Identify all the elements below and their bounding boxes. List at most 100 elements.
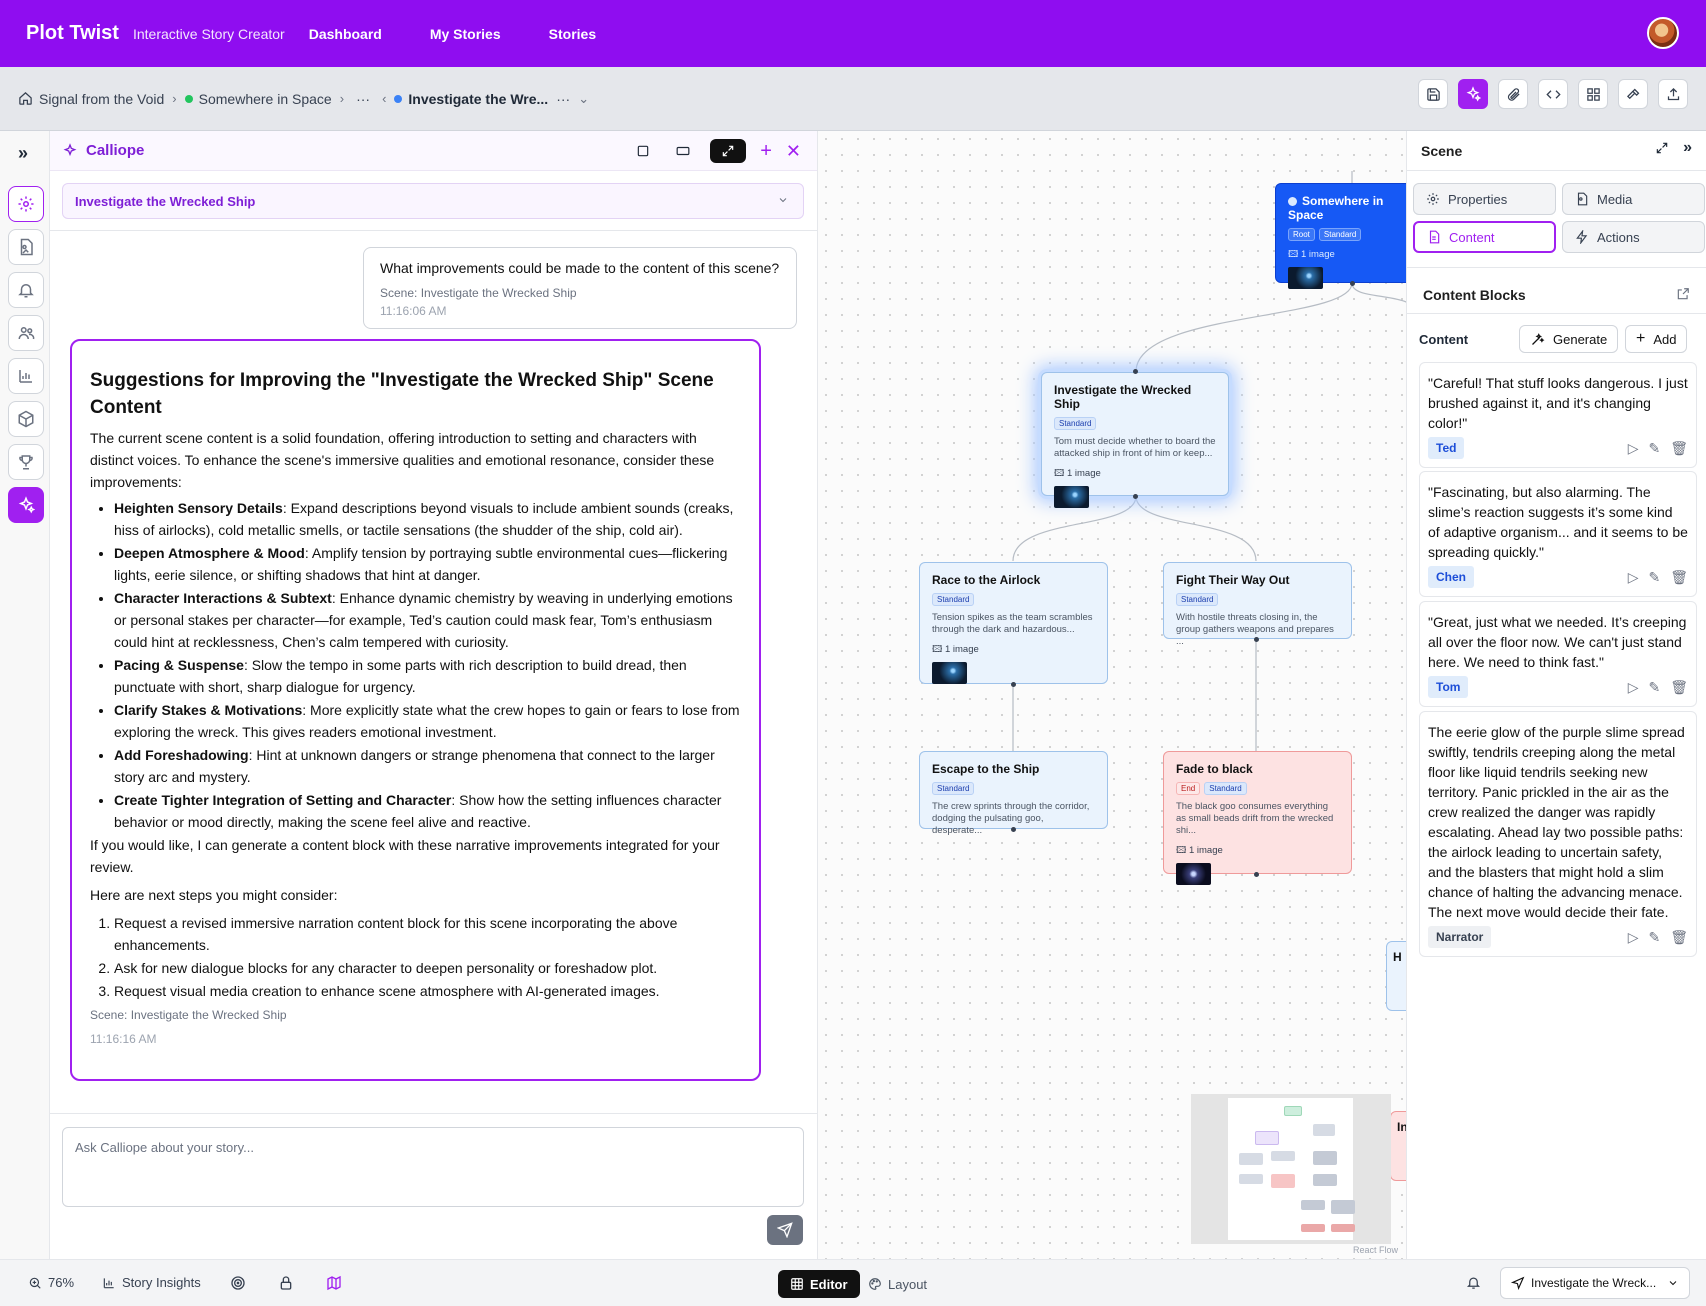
- tab-properties[interactable]: Properties: [1413, 183, 1556, 215]
- send-button[interactable]: [767, 1215, 803, 1245]
- map-icon[interactable]: [326, 1275, 342, 1291]
- scene-context-select[interactable]: Investigate the Wrecked Ship: [62, 183, 804, 219]
- maximize-button[interactable]: [710, 139, 747, 163]
- analytics-rail-button[interactable]: [8, 358, 44, 394]
- breadcrumb-root-scene[interactable]: Somewhere in Space: [199, 91, 332, 107]
- flow-node-root[interactable]: Somewhere in Space Root Standard 🖾 1 imag…: [1275, 183, 1406, 289]
- minimap[interactable]: [1191, 1094, 1391, 1244]
- bell-icon[interactable]: [1466, 1275, 1481, 1290]
- breadcrumb-ellipsis[interactable]: ···: [356, 91, 370, 107]
- collapse-panel-icon[interactable]: »: [1683, 140, 1692, 156]
- items-rail-button[interactable]: [8, 401, 44, 437]
- tab-media[interactable]: Media: [1562, 183, 1705, 215]
- content-block[interactable]: "Fascinating, but also alarming. The sli…: [1419, 471, 1697, 597]
- home-icon[interactable]: [18, 91, 33, 106]
- edit-icon[interactable]: ✎: [1648, 677, 1660, 697]
- calliope-rail-button[interactable]: [8, 487, 44, 523]
- code-button[interactable]: [1538, 79, 1568, 109]
- play-icon[interactable]: ▷: [1628, 677, 1639, 697]
- expand-icon[interactable]: [1655, 141, 1669, 155]
- layout-mode-button[interactable]: Layout: [860, 1270, 935, 1298]
- minimap-viewport[interactable]: [1228, 1098, 1353, 1240]
- dock-square-button[interactable]: [630, 139, 656, 163]
- flow-node-escape[interactable]: Escape to the Ship Standard The crew spr…: [919, 751, 1108, 836]
- flow-node-fade[interactable]: Fade to black End Standard The black goo …: [1163, 751, 1352, 885]
- content-blocks-title: Content Blocks: [1423, 287, 1526, 303]
- save-button[interactable]: [1418, 79, 1448, 109]
- dock-wide-button[interactable]: [670, 139, 696, 163]
- list-item: Pacing & Suspense: Slow the tempo in som…: [114, 654, 741, 698]
- bottom-status-bar: 76% Story Insights Editor Layout Investi…: [0, 1259, 1706, 1306]
- content-block[interactable]: The eerie glow of the purple slime sprea…: [1419, 711, 1697, 957]
- target-icon[interactable]: [230, 1275, 246, 1291]
- flow-node-fight[interactable]: Fight Their Way Out Standard With hostil…: [1163, 562, 1352, 647]
- edit-icon[interactable]: ✎: [1648, 927, 1660, 947]
- settings-rail-button[interactable]: [8, 186, 44, 222]
- trash-icon[interactable]: 🗑: [1670, 927, 1688, 947]
- chevron-down-icon[interactable]: ⌄: [578, 91, 589, 107]
- node-handle[interactable]: [1011, 682, 1016, 687]
- flow-node-partial[interactable]: In: [1390, 1111, 1406, 1181]
- new-chat-icon[interactable]: +: [760, 140, 772, 163]
- flow-node-airlock[interactable]: Race to the Airlock Standard Tension spi…: [919, 562, 1108, 684]
- tab-actions[interactable]: Actions: [1562, 221, 1705, 253]
- node-handle[interactable]: [1254, 872, 1259, 877]
- lock-icon[interactable]: [278, 1275, 294, 1291]
- tools-button[interactable]: [1618, 79, 1648, 109]
- achievements-rail-button[interactable]: [8, 444, 44, 480]
- story-flow-canvas[interactable]: Somewhere in Space Root Standard 🖾 1 imag…: [818, 131, 1406, 1259]
- edit-icon[interactable]: ✎: [1648, 438, 1660, 458]
- play-icon[interactable]: ▷: [1628, 567, 1639, 587]
- breadcrumb-more[interactable]: ···: [556, 91, 570, 107]
- media-rail-button[interactable]: [8, 229, 44, 265]
- content-block[interactable]: "Careful! That stuff looks dangerous. I …: [1419, 362, 1697, 468]
- content-block-text: The eerie glow of the purple slime sprea…: [1428, 724, 1685, 920]
- node-handle[interactable]: [1011, 827, 1016, 832]
- chat-input[interactable]: Ask Calliope about your story...: [62, 1127, 804, 1207]
- play-icon[interactable]: ▷: [1628, 927, 1639, 947]
- save-icon: [1426, 87, 1440, 101]
- export-button[interactable]: [1658, 79, 1688, 109]
- trash-icon[interactable]: 🗑: [1670, 567, 1688, 587]
- generate-button[interactable]: Generate: [1519, 325, 1619, 353]
- trash-icon[interactable]: 🗑: [1670, 677, 1688, 697]
- breadcrumb-story[interactable]: Signal from the Void: [39, 91, 164, 107]
- characters-rail-button[interactable]: [8, 315, 44, 351]
- trash-icon[interactable]: 🗑: [1670, 438, 1688, 458]
- grid-button[interactable]: [1578, 79, 1608, 109]
- story-insights-button[interactable]: Story Insights: [102, 1275, 201, 1290]
- attach-button[interactable]: [1498, 79, 1528, 109]
- add-block-button[interactable]: + Add: [1625, 325, 1688, 353]
- nav-stories[interactable]: Stories: [549, 26, 596, 42]
- node-handle[interactable]: [1350, 281, 1355, 286]
- node-image-count: 🖾 1 image: [1288, 249, 1335, 260]
- nav-my-stories[interactable]: My Stories: [430, 26, 501, 42]
- brand-logo[interactable]: Plot Twist: [26, 22, 119, 45]
- node-handle[interactable]: [1133, 369, 1138, 374]
- tab-content[interactable]: Content: [1413, 221, 1556, 253]
- zoom-control[interactable]: 76%: [28, 1275, 74, 1290]
- expand-sidebar-icon[interactable]: »: [18, 143, 28, 164]
- editor-mode-button[interactable]: Editor: [778, 1270, 860, 1298]
- ai-assistant-button[interactable]: [1458, 79, 1488, 109]
- magic-wand-icon: [1532, 332, 1545, 345]
- play-icon[interactable]: ▷: [1628, 438, 1639, 458]
- external-link-icon[interactable]: [1676, 287, 1690, 301]
- root-status-dot: [184, 94, 193, 103]
- react-flow-attribution[interactable]: React Flow: [1353, 1245, 1398, 1255]
- scene-tabs: Properties Media Content Actions: [1413, 183, 1705, 253]
- close-icon[interactable]: ✕: [786, 141, 801, 162]
- nav-dashboard[interactable]: Dashboard: [309, 26, 382, 42]
- notifications-rail-button[interactable]: [8, 272, 44, 308]
- breadcrumb-current-scene[interactable]: Investigate the Wre...: [408, 91, 548, 107]
- flow-node-partial[interactable]: H: [1386, 941, 1406, 1011]
- scene-picker-dropdown[interactable]: Investigate the Wreck...: [1500, 1267, 1690, 1299]
- content-block[interactable]: "Great, just what we needed. It’s creepi…: [1419, 601, 1697, 707]
- user-message-text: What improvements could be made to the c…: [380, 260, 780, 276]
- flow-node-investigate[interactable]: Investigate the Wrecked Ship Standard To…: [1041, 372, 1229, 508]
- node-handle[interactable]: [1133, 494, 1138, 499]
- user-avatar[interactable]: [1647, 17, 1679, 49]
- minimap-node: [1301, 1224, 1325, 1232]
- edit-icon[interactable]: ✎: [1648, 567, 1660, 587]
- node-handle[interactable]: [1254, 637, 1259, 642]
